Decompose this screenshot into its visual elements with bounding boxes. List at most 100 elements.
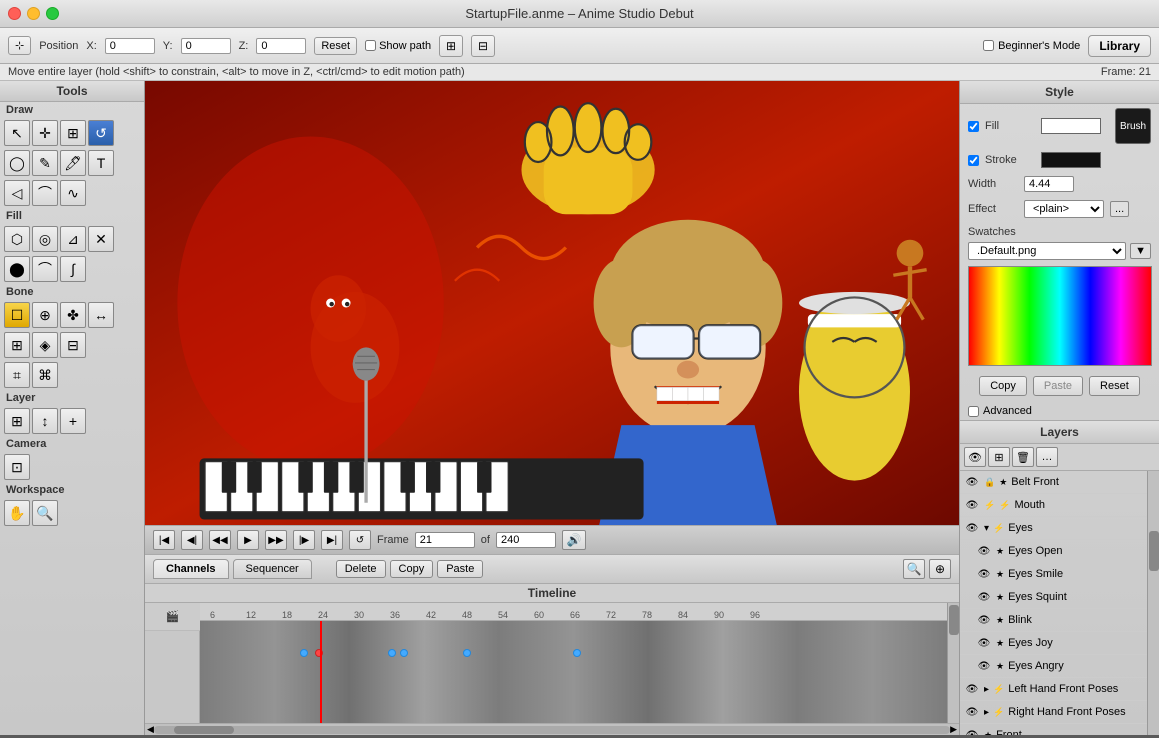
- timeline-hscroll[interactable]: ◀ ▶: [145, 723, 959, 735]
- total-frames-input[interactable]: [496, 532, 556, 548]
- layer-eye-eyes-open[interactable]: 👁: [976, 543, 992, 559]
- text-tool[interactable]: T: [88, 150, 114, 176]
- minimize-button[interactable]: [27, 7, 40, 20]
- layer-add-button[interactable]: ⊞: [988, 447, 1010, 467]
- layer-rotate-tool[interactable]: ↕: [32, 408, 58, 434]
- scroll-left-arrow[interactable]: ◀: [147, 724, 154, 735]
- pen-tool[interactable]: ✎: [32, 150, 58, 176]
- layer-item-eyes-angry[interactable]: 👁 ★ Eyes Angry: [960, 655, 1147, 678]
- color-picker[interactable]: [968, 266, 1152, 366]
- fill-shape-tool[interactable]: ⊿: [60, 226, 86, 252]
- go-to-start-button[interactable]: |◀: [153, 530, 175, 550]
- layer-eye-eyes-angry[interactable]: 👁: [976, 658, 992, 674]
- play-button[interactable]: ▶: [237, 530, 259, 550]
- layer-item-right-hand-front-poses[interactable]: 👁 ▸ ⚡ Right Hand Front Poses: [960, 701, 1147, 724]
- shape-tool[interactable]: ◁: [4, 180, 30, 206]
- paste-button[interactable]: Paste: [437, 560, 483, 578]
- keyframe-4[interactable]: [400, 649, 408, 657]
- layer-eye-belt-front[interactable]: 👁: [964, 474, 980, 490]
- layer-item-blink[interactable]: 👁 ★ Blink: [960, 609, 1147, 632]
- zoom-tool[interactable]: 🔍: [32, 500, 58, 526]
- advanced-checkbox[interactable]: [968, 406, 979, 417]
- fill-checkbox[interactable]: [968, 121, 979, 132]
- keyframe-6[interactable]: [573, 649, 581, 657]
- layer-eye-eyes-squint[interactable]: 👁: [976, 589, 992, 605]
- step-back-button[interactable]: ◀|: [181, 530, 203, 550]
- frame-input[interactable]: [415, 532, 475, 548]
- step-frame-back-button[interactable]: ◀◀: [209, 530, 231, 550]
- layer-eye-left-hand[interactable]: 👁: [964, 681, 980, 697]
- swatch-dropdown[interactable]: .Default.png: [968, 242, 1126, 260]
- rotate-tool[interactable]: ⊞: [60, 120, 86, 146]
- loop-button[interactable]: ↺: [349, 530, 371, 550]
- bone-edit-tool[interactable]: ✤: [60, 302, 86, 328]
- layers-scrollbar-v[interactable]: [1147, 471, 1159, 735]
- timeline-tracks[interactable]: [200, 621, 947, 723]
- layer-eye-right-hand[interactable]: 👁: [964, 704, 980, 720]
- copy-button[interactable]: Copy: [390, 560, 434, 578]
- layer-eye-eyes-joy[interactable]: 👁: [976, 635, 992, 651]
- hscroll-thumb[interactable]: [174, 726, 234, 734]
- layer-item-eyes-open[interactable]: 👁 ★ Eyes Open: [960, 540, 1147, 563]
- nav-icon-1[interactable]: ⊞: [439, 35, 463, 57]
- bone-select-tool[interactable]: ☐: [4, 302, 30, 328]
- bone-constraint-tool[interactable]: ⌗: [4, 362, 30, 388]
- zoom-out-button[interactable]: 🔍: [903, 559, 925, 579]
- warp-tool[interactable]: ⌒: [32, 180, 58, 206]
- stroke-color-swatch[interactable]: [1041, 152, 1101, 168]
- channels-tab[interactable]: Channels: [153, 559, 229, 579]
- show-path-check[interactable]: [365, 40, 376, 51]
- paste-style-button[interactable]: Paste: [1033, 376, 1083, 396]
- nav-icon-2[interactable]: ⊟: [471, 35, 495, 57]
- width-input[interactable]: [1024, 176, 1074, 192]
- bone-weight-tool[interactable]: ⌘: [32, 362, 58, 388]
- go-to-end-button[interactable]: ▶|: [321, 530, 343, 550]
- library-button[interactable]: Library: [1088, 35, 1151, 57]
- layer-item-eyes[interactable]: 👁 ▾ ⚡ Eyes: [960, 517, 1147, 540]
- curve-tool[interactable]: ∫: [60, 256, 86, 282]
- layer-expand-left-hand[interactable]: ▸: [984, 684, 989, 695]
- layer-item-eyes-joy[interactable]: 👁 ★ Eyes Joy: [960, 632, 1147, 655]
- keyframe-5[interactable]: [463, 649, 471, 657]
- playhead[interactable]: [320, 621, 322, 723]
- stroke-checkbox[interactable]: [968, 155, 979, 166]
- copy-style-button[interactable]: Copy: [979, 376, 1027, 396]
- canvas-wrapper[interactable]: [145, 81, 959, 525]
- traffic-lights[interactable]: [8, 7, 59, 20]
- fill-color-swatch[interactable]: [1041, 118, 1101, 134]
- step-frame-forward-button[interactable]: ▶▶: [265, 530, 287, 550]
- bone-move-tool[interactable]: ⊞: [4, 332, 30, 358]
- swatch-options-button[interactable]: ▼: [1130, 243, 1151, 259]
- bone-pin-tool[interactable]: ↔: [88, 302, 114, 328]
- effect-dropdown[interactable]: <plain>: [1024, 200, 1104, 218]
- delete-tool[interactable]: ✕: [88, 226, 114, 252]
- show-path-checkbox[interactable]: Show path: [365, 40, 431, 52]
- layer-item-left-hand-front-poses[interactable]: 👁 ▸ ⚡ Left Hand Front Poses: [960, 678, 1147, 701]
- keyframe-1[interactable]: [300, 649, 308, 657]
- layer-eye-blink[interactable]: 👁: [976, 612, 992, 628]
- volume-button[interactable]: 🔊: [562, 530, 586, 550]
- select-tool[interactable]: ↖: [4, 120, 30, 146]
- lasso-tool[interactable]: ◯: [4, 150, 30, 176]
- layer-eye-front[interactable]: 👁: [964, 727, 980, 735]
- reset-button[interactable]: Reset: [314, 37, 357, 55]
- position-icon-btn[interactable]: ⊹: [8, 36, 31, 55]
- bone-scale-tool[interactable]: ⊟: [60, 332, 86, 358]
- bone-rotate-tool[interactable]: ◈: [32, 332, 58, 358]
- x-input[interactable]: [105, 38, 155, 54]
- layer-options-button[interactable]: …: [1036, 447, 1058, 467]
- effect-options-button[interactable]: ...: [1110, 201, 1129, 217]
- arc-tool[interactable]: ⌒: [32, 256, 58, 282]
- bone-add-tool[interactable]: ⊕: [32, 302, 58, 328]
- layer-eye-eyes-smile[interactable]: 👁: [976, 566, 992, 582]
- gradient-tool[interactable]: ◎: [32, 226, 58, 252]
- close-button[interactable]: [8, 7, 21, 20]
- stroke-tool[interactable]: ⬤: [4, 256, 30, 282]
- paint-bucket-tool[interactable]: ⬡: [4, 226, 30, 252]
- layer-scale-tool[interactable]: +: [60, 408, 86, 434]
- layer-expand-right-hand[interactable]: ▸: [984, 707, 989, 718]
- layer-item-eyes-squint[interactable]: 👁 ★ Eyes Squint: [960, 586, 1147, 609]
- delete-button[interactable]: Delete: [336, 560, 386, 578]
- y-input[interactable]: [181, 38, 231, 54]
- layer-expand-eyes[interactable]: ▾: [984, 523, 989, 534]
